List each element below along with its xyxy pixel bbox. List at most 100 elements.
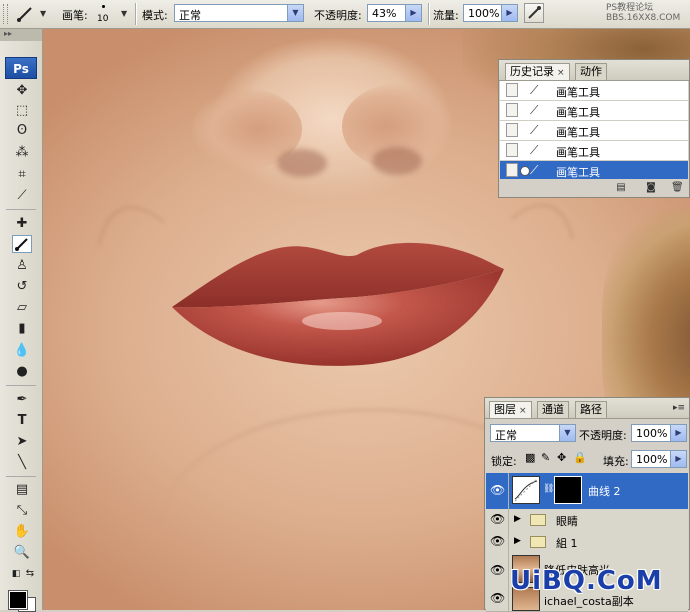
pen-tool-icon[interactable]: ✒ xyxy=(12,391,32,409)
tab-paths-label: 路径 xyxy=(580,403,602,416)
history-row[interactable]: ⟋ 画笔工具 xyxy=(500,101,688,121)
flow-input[interactable]: 100% ▶ xyxy=(463,4,518,22)
brush-picker-arrow-icon[interactable]: ▼ xyxy=(121,9,127,18)
divider xyxy=(6,209,36,210)
history-state-slider[interactable] xyxy=(520,166,530,176)
fill-input[interactable]: 100% ▶ xyxy=(631,450,687,468)
history-snapshot-source[interactable] xyxy=(506,103,518,117)
panel-menu-icon[interactable]: ▸≡ xyxy=(673,403,685,413)
new-document-from-state-icon[interactable]: ▤ xyxy=(615,182,627,193)
tab-paths[interactable]: 路径 xyxy=(575,401,607,418)
close-icon[interactable]: × xyxy=(519,406,527,416)
history-row-label: 画笔工具 xyxy=(556,86,600,99)
brush-preview-icon[interactable] xyxy=(102,5,105,8)
notes-tool-icon[interactable]: ▤ xyxy=(12,481,32,499)
chevron-down-icon[interactable]: ▼ xyxy=(559,425,575,441)
hand-tool-icon[interactable]: ✋ xyxy=(12,523,32,541)
chevron-right-icon[interactable]: ▶ xyxy=(405,5,421,21)
tab-channels[interactable]: 通道 xyxy=(537,401,569,418)
brush-tool-icon[interactable] xyxy=(12,235,32,253)
gradient-tool-icon[interactable]: ▮ xyxy=(12,320,32,338)
history-row-label: 画笔工具 xyxy=(556,106,600,119)
brush-icon: ⟋ xyxy=(530,103,539,117)
mode-label: 模式: xyxy=(142,9,168,22)
close-icon[interactable]: × xyxy=(557,68,565,78)
layer-mask-thumbnail[interactable] xyxy=(554,476,582,504)
dodge-tool-icon[interactable]: ● xyxy=(12,363,32,381)
history-row[interactable]: ⟋ 画笔工具 xyxy=(500,141,688,161)
site-watermark-line2: BBS.16XX8.COM xyxy=(606,13,681,23)
mode-select[interactable]: 正常 ▼ xyxy=(174,4,304,22)
chevron-right-icon[interactable]: ▶ xyxy=(670,425,686,441)
clone-stamp-tool-icon[interactable]: ♙ xyxy=(12,257,32,275)
foreground-color-swatch[interactable] xyxy=(8,590,28,610)
layer-opacity-input[interactable]: 100% ▶ xyxy=(631,424,687,442)
chevron-right-icon[interactable]: ▶ xyxy=(670,451,686,467)
visibility-toggle[interactable]: 👁 xyxy=(486,585,509,611)
history-snapshot-source[interactable] xyxy=(506,143,518,157)
tab-actions[interactable]: 动作 xyxy=(575,63,607,80)
layer-name: 組 1 xyxy=(556,537,578,550)
opacity-value: 43% xyxy=(372,7,397,20)
crop-tool-icon[interactable]: ⌗ xyxy=(12,166,32,184)
blend-mode-select[interactable]: 正常 ▼ xyxy=(490,424,576,442)
tab-history-label: 历史记录 xyxy=(510,65,554,78)
opacity-input[interactable]: 43% ▶ xyxy=(367,4,422,22)
history-row-selected[interactable]: ⟋ 画笔工具 xyxy=(500,161,688,181)
lock-position-icon[interactable]: ✥ xyxy=(557,451,566,464)
history-row[interactable]: ⟋ 画笔工具 xyxy=(500,121,688,141)
line-tool-icon[interactable]: ╲ xyxy=(12,454,32,472)
chevron-right-icon[interactable]: ▶ xyxy=(501,5,517,21)
trash-icon[interactable]: 🗑 xyxy=(671,182,684,193)
path-selection-tool-icon[interactable]: ➤ xyxy=(12,433,32,451)
layer-row-group[interactable]: 👁 ▶ 眼睛 xyxy=(486,509,688,532)
tool-preset-picker[interactable] xyxy=(14,4,36,24)
zoom-tool-icon[interactable]: 🔍 xyxy=(12,544,32,562)
layer-row-curves[interactable]: 👁 ⛓ 曲线 2 xyxy=(486,473,688,510)
tab-history[interactable]: 历史记录 × xyxy=(505,63,570,80)
brush-icon: ⟋ xyxy=(530,143,539,157)
options-bar-grip[interactable] xyxy=(3,4,8,24)
type-tool-icon[interactable]: T xyxy=(12,412,32,430)
layer-row-group[interactable]: 👁 ▶ 組 1 xyxy=(486,531,688,554)
lock-transparent-icon[interactable]: ▩ xyxy=(525,451,535,464)
toolbox-grip[interactable]: ▸▸ xyxy=(0,29,42,41)
move-tool-icon[interactable]: ✥ xyxy=(12,82,32,100)
expand-triangle-icon[interactable]: ▶ xyxy=(514,536,521,546)
healing-brush-tool-icon[interactable]: ✚ xyxy=(12,215,32,233)
brush-icon: ⟋ xyxy=(530,123,539,137)
eyedropper-tool-icon[interactable]: ⤡ xyxy=(12,502,32,520)
history-snapshot-source[interactable] xyxy=(506,83,518,97)
history-tabs: 历史记录 × 动作 xyxy=(499,60,689,81)
snapshot-camera-icon[interactable]: ◙ xyxy=(645,182,657,193)
eraser-tool-icon[interactable]: ▱ xyxy=(12,299,32,317)
marquee-tool-icon[interactable]: ⬚ xyxy=(12,102,32,120)
tab-layers[interactable]: 图层 × xyxy=(489,401,532,418)
history-snapshot-source[interactable] xyxy=(506,163,518,177)
visibility-toggle[interactable]: 👁 xyxy=(486,509,509,531)
chevron-down-icon[interactable]: ▼ xyxy=(40,9,46,18)
slice-tool-icon[interactable]: ⟋ xyxy=(12,187,32,205)
blur-tool-icon[interactable]: 💧 xyxy=(12,342,32,360)
curves-adjustment-icon xyxy=(512,476,540,504)
history-brush-tool-icon[interactable]: ↺ xyxy=(12,278,32,296)
magic-wand-tool-icon[interactable]: ⁂ xyxy=(12,144,32,162)
lasso-tool-icon[interactable]: ʘ xyxy=(12,122,32,140)
airbrush-toggle[interactable] xyxy=(524,3,544,23)
tab-channels-label: 通道 xyxy=(542,403,564,416)
layer-opacity-value: 100% xyxy=(636,427,668,440)
layers-tabs: 图层 × 通道 路径 xyxy=(485,398,689,419)
expand-triangle-icon[interactable]: ▶ xyxy=(514,514,521,524)
chevron-down-icon[interactable]: ▼ xyxy=(287,5,303,21)
divider xyxy=(135,3,137,25)
visibility-toggle[interactable]: 👁 xyxy=(486,473,509,509)
history-snapshot-source[interactable] xyxy=(506,123,518,137)
lock-image-icon[interactable]: ✎ xyxy=(541,451,550,464)
lock-all-icon[interactable]: 🔒 xyxy=(573,451,587,464)
history-row[interactable]: ⟋ 画笔工具 xyxy=(500,81,688,101)
swap-colors-icon[interactable]: ⇆ xyxy=(20,565,40,583)
visibility-toggle[interactable]: 👁 xyxy=(486,553,509,585)
ps-logo[interactable]: Ps xyxy=(5,57,37,79)
visibility-toggle[interactable]: 👁 xyxy=(486,531,509,553)
link-icon[interactable]: ⛓ xyxy=(543,484,554,494)
